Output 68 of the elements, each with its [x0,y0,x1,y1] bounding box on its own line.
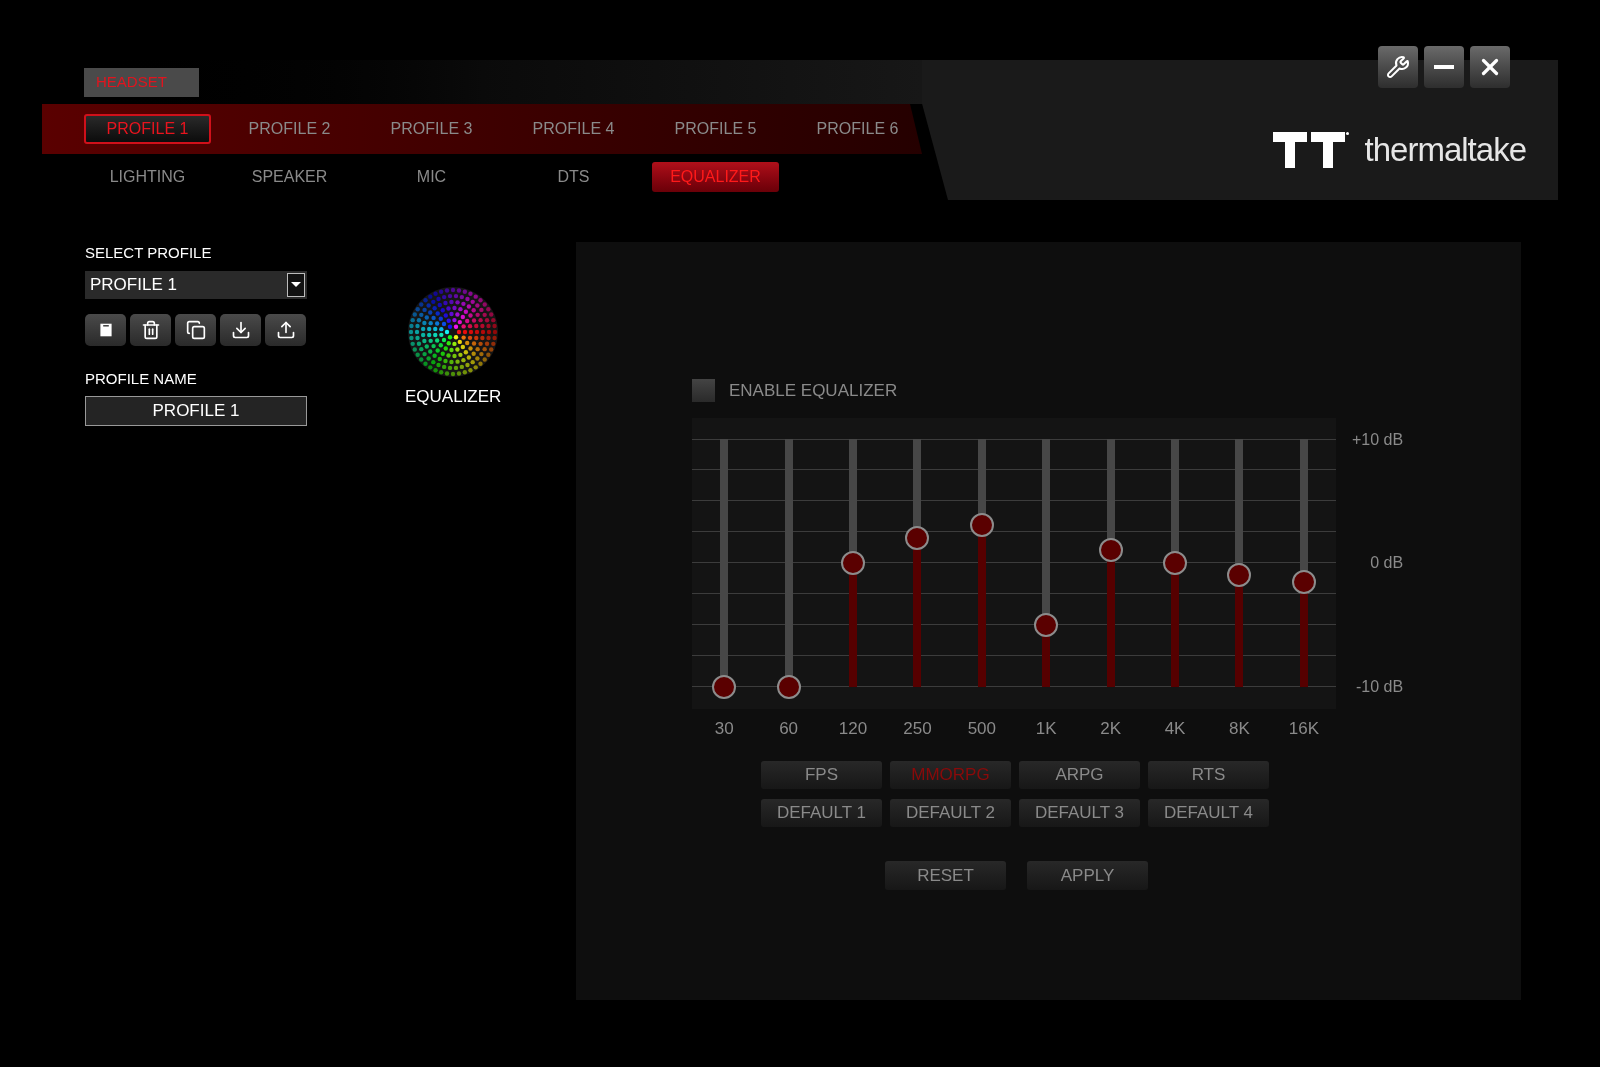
preset-button[interactable]: DEFAULT 3 [1019,799,1140,827]
db-scale-label: +10 dB [1352,429,1404,450]
profile-action-button[interactable] [265,313,306,346]
close-button[interactable] [1470,46,1510,88]
frequency-label: 120 [837,717,869,740]
profile-name-field[interactable]: PROFILE 1 [85,396,307,426]
preset-button[interactable]: FPS [761,761,882,789]
settings-button[interactable] [1378,46,1418,88]
slider-thumb[interactable] [1098,538,1123,563]
frequency-label: 2K [1099,717,1123,740]
profile-tab[interactable]: PROFILE 3 [368,114,495,144]
enable-equalizer-label: ENABLE EQUALIZER [729,380,898,402]
action-button[interactable]: APPLY [1027,861,1148,890]
section-tab[interactable]: MIC [368,162,495,192]
frequency-label: 8K [1228,717,1251,740]
section-tab[interactable]: DTS [510,162,637,192]
db-scale-label: -10 dB [1355,676,1404,697]
slider-thumb[interactable] [905,525,930,550]
profile-dropdown[interactable]: PROFILE 1 [85,270,307,299]
profile-action-button[interactable] [85,313,126,346]
profile-tab[interactable]: PROFILE 6 [794,114,921,144]
section-tab[interactable]: SPEAKER [226,162,353,192]
frequency-label: 30 [713,717,735,740]
profile-action-button[interactable] [175,313,216,346]
slider-thumb[interactable] [1227,562,1252,587]
enable-checkbox[interactable] [692,379,715,403]
slider-thumb[interactable] [969,513,994,538]
frequency-label: 4K [1163,717,1187,740]
color-wheel-icon [407,286,500,378]
db-scale-label: 0 dB [1369,553,1404,573]
trash-icon [140,319,161,340]
action-button[interactable]: RESET [885,861,1006,890]
profile-action-button[interactable] [220,313,261,346]
frequency-label: 500 [966,717,997,740]
minimize-icon [1434,65,1454,69]
slider-thumb[interactable] [712,674,737,699]
profile-action-button[interactable] [130,313,171,346]
download-icon [230,319,251,340]
caret-icon [287,272,305,297]
preset-button[interactable]: DEFAULT 2 [890,799,1011,827]
profile-name-label: PROFILE NAME [85,368,198,389]
profile-tab[interactable]: PROFILE 2 [226,114,353,144]
frequency-label: 1K [1034,717,1058,740]
section-tab[interactable]: EQUALIZER [652,162,779,192]
preset-button[interactable]: DEFAULT 1 [761,799,882,827]
frequency-label: 60 [778,717,800,740]
select-profile-label: SELECT PROFILE [85,243,213,263]
preset-button[interactable]: DEFAULT 4 [1148,799,1269,827]
slider-thumb[interactable] [1034,612,1059,637]
preset-button[interactable]: ARPG [1019,761,1140,789]
frequency-label: 250 [902,717,933,740]
frequency-label: 16K [1287,717,1320,740]
section-tab[interactable]: LIGHTING [84,162,211,192]
settings-icon [1386,55,1410,79]
slider-thumb[interactable] [776,674,801,699]
preset-button[interactable]: RTS [1148,761,1269,789]
profile-tab[interactable]: PROFILE 1 [84,114,211,144]
slider-thumb[interactable] [841,550,865,575]
slider-thumb[interactable] [1291,570,1316,595]
copy-icon [185,319,206,340]
profile-tab[interactable]: PROFILE 5 [652,114,779,144]
logo-text: thermaltake [1364,130,1526,171]
slider-thumb[interactable] [1163,550,1188,575]
profile-tab[interactable]: PROFILE 4 [510,114,637,144]
minimize-button[interactable] [1424,46,1464,88]
upload-icon [275,319,296,340]
mode-label: EQUALIZER [405,386,502,408]
logo-icon [1272,132,1349,168]
